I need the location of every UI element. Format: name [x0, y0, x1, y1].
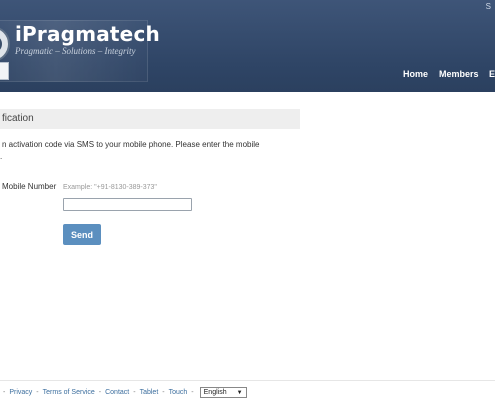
footer-separator: - [191, 389, 194, 396]
nav-members[interactable]: Members [439, 69, 479, 79]
footer-separator: - [98, 389, 102, 396]
language-select[interactable]: English ▼ [199, 387, 247, 398]
footer-separator: - [36, 389, 39, 396]
language-select-value: English [203, 389, 227, 396]
logo-lower-icon [0, 62, 9, 80]
nav-home[interactable]: Home [403, 69, 428, 79]
footer-divider [0, 380, 495, 381]
section-header-bar [0, 109, 300, 129]
footer: - Privacy - Terms of Service - Contact -… [3, 387, 247, 398]
brand-title[interactable]: iPragmatech [15, 22, 160, 46]
footer-separator: - [133, 389, 136, 396]
footer-link-privacy[interactable]: Privacy [9, 389, 32, 396]
footer-separator: - [162, 389, 165, 396]
site-header: S iPragmatech Pragmatic – Solutions – In… [0, 0, 495, 92]
footer-link-touch[interactable]: Touch [169, 389, 188, 396]
mobile-number-input[interactable] [63, 198, 192, 211]
footer-separator: - [3, 389, 6, 396]
chevron-down-icon: ▼ [236, 389, 243, 396]
intro-text-line-2: . [0, 152, 3, 161]
intro-text-line-1: n activation code via SMS to your mobile… [2, 140, 260, 149]
mobile-number-hint: Example: "+91-8130-389-373" [63, 184, 157, 191]
header-top-link[interactable]: S [486, 2, 491, 11]
footer-link-tablet[interactable]: Tablet [140, 389, 159, 396]
footer-link-contact[interactable]: Contact [105, 389, 129, 396]
send-button[interactable]: Send [63, 224, 101, 245]
footer-link-terms[interactable]: Terms of Service [43, 389, 95, 396]
nav-more[interactable]: E [489, 69, 495, 79]
section-title: fication [2, 113, 34, 124]
brand-tagline: Pragmatic – Solutions – Integrity [15, 46, 136, 56]
mobile-number-label: Mobile Number [2, 182, 57, 191]
